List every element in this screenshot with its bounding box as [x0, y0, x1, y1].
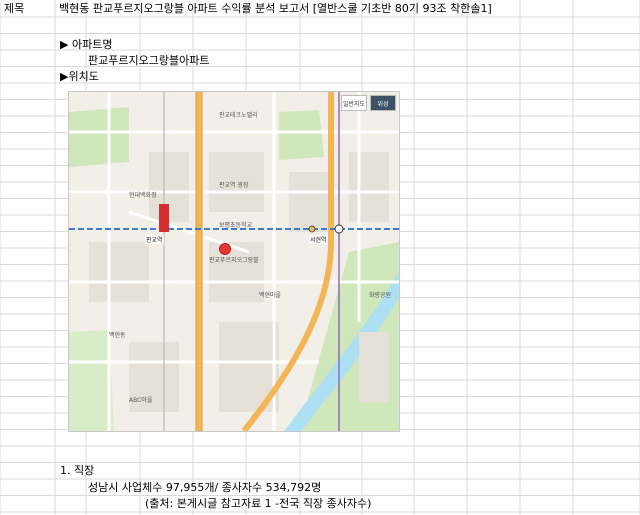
- area-baekhyeon-label: 백현마을: [259, 292, 282, 299]
- building-school-label: 보평초등학교: [219, 222, 253, 229]
- location-heading-cell[interactable]: ▶위치도: [60, 70, 99, 84]
- apt-pin-label: 판교푸르지오그랑블: [209, 257, 259, 264]
- apt-heading-cell[interactable]: ▶ 아파트명: [60, 38, 112, 52]
- apt-name-cell[interactable]: 판교푸르지오그랑블아파트: [88, 54, 209, 68]
- map-normal-button[interactable]: 일반지도: [341, 95, 367, 111]
- apartment-pin-icon[interactable]: [219, 243, 231, 255]
- area-baekhyeon-dong-label: 백현동: [109, 332, 126, 339]
- building-hyundai-label: 현대백화점: [129, 192, 157, 199]
- job-heading-cell[interactable]: 1. 직장: [60, 464, 94, 478]
- station-pangyo-label: 판교역: [145, 235, 164, 244]
- report-title-cell[interactable]: 백현동 판교푸르지오그랑블 아파트 수익률 분석 보고서 [열반스쿨 기초반 8…: [59, 2, 492, 16]
- station-seohyeon-label: 서현역: [309, 235, 328, 244]
- building-abc-label: ABC마을: [129, 397, 153, 404]
- map-controls: 일반지도 위성: [341, 95, 396, 111]
- label-column-header[interactable]: 제목: [4, 2, 24, 16]
- map-satellite-button[interactable]: 위성: [370, 95, 396, 111]
- job-source-cell[interactable]: (출처: 본게시글 참고자료 1 -전국 직장 종사자수): [145, 497, 371, 511]
- job-detail-cell[interactable]: 성남시 사업체수 97,955개/ 종사자수 534,792명: [88, 481, 321, 495]
- building-mall-label: 판교역 광장: [219, 182, 249, 189]
- building-center-label: 판교테크노밸리: [219, 112, 258, 119]
- location-map[interactable]: 일반지도 위성 판교역 서현역 판교푸르지오그랑블 백현마을 백현동 현대백화점…: [68, 91, 400, 432]
- park-label: 화랑공원: [369, 292, 392, 299]
